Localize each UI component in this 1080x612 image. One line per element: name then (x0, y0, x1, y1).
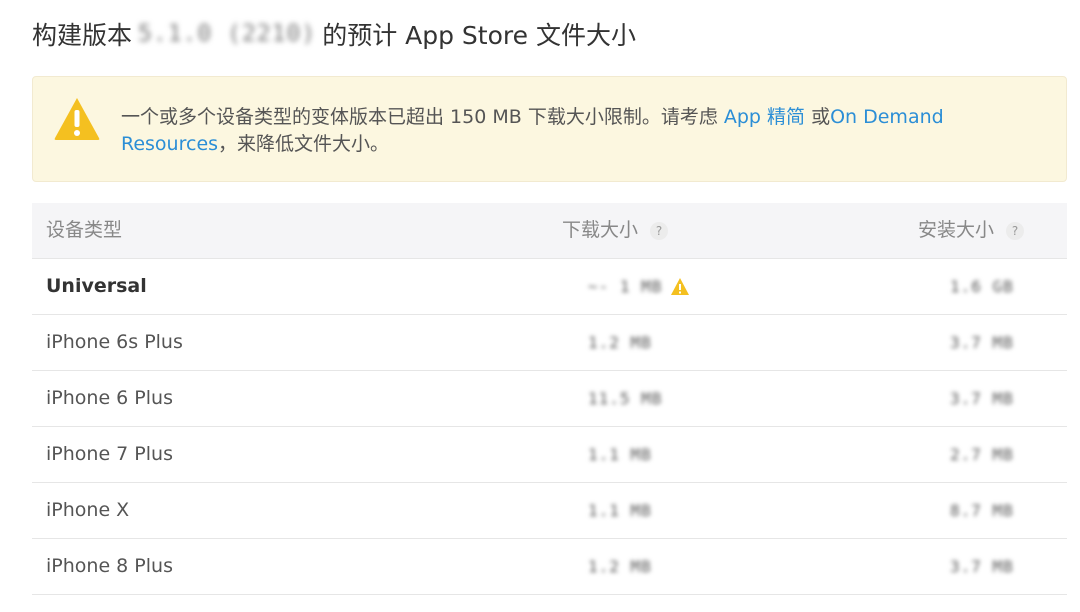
size-table: 设备类型 下载大小 ? 安装大小 ? Universal ~- 1 MB 1.6… (32, 203, 1067, 595)
download-size-value: ~- 1 MB (588, 277, 663, 296)
download-size: 11.5 MB (588, 371, 662, 426)
header-install-size: 安装大小 ? (918, 203, 1025, 258)
install-size: 8.7 MB (950, 483, 1014, 538)
alert-message: 一个或多个设备类型的变体版本已超出 150 MB 下载大小限制。请考虑 App … (121, 104, 1021, 158)
table-row: iPhone 8 Plus 1.2 MB 3.7 MB (32, 539, 1067, 595)
install-size-value: 1.6 GB (950, 277, 1014, 296)
device-name: iPhone 8 Plus (46, 555, 173, 577)
download-size: 1.1 MB (588, 427, 652, 482)
install-help-icon[interactable]: ? (1006, 221, 1025, 240)
alert-text-1: 一个或多个设备类型的变体版本已超出 150 MB 下载大小限制。请考虑 (121, 106, 724, 128)
alert-text-3: ，来降低文件大小。 (218, 133, 390, 155)
download-size: 1.1 MB (588, 483, 652, 538)
table-row: iPhone X 1.1 MB 8.7 MB (32, 483, 1067, 539)
device-name: iPhone 6 Plus (46, 387, 173, 409)
download-size: 1.2 MB (588, 539, 652, 594)
install-size: 2.7 MB (950, 427, 1014, 482)
device-name: iPhone 6s Plus (46, 331, 183, 353)
download-size-value: 11.5 MB (588, 389, 663, 408)
header-download-label: 下载大小 (562, 219, 639, 241)
table-header: 设备类型 下载大小 ? 安装大小 ? (32, 203, 1067, 259)
device-name: iPhone X (46, 499, 130, 521)
download-size-value: 1.1 MB (588, 501, 652, 520)
table-row: iPhone 6 Plus 11.5 MB 3.7 MB (32, 371, 1067, 427)
title-prefix: 构建版本 (32, 21, 133, 50)
install-size: 3.7 MB (950, 539, 1014, 594)
install-size-value: 8.7 MB (950, 501, 1014, 520)
title-suffix: 的预计 App Store 文件大小 (322, 21, 636, 50)
warning-triangle-icon (54, 98, 100, 140)
header-device-type: 设备类型 (46, 219, 123, 241)
download-size-value: 1.2 MB (588, 333, 652, 352)
install-size: 3.7 MB (950, 315, 1014, 370)
install-size-value: 3.7 MB (950, 389, 1014, 408)
alert-text-2: 或 (805, 106, 831, 128)
size-exceeded-warning-icon (671, 277, 690, 295)
install-size-value: 2.7 MB (950, 445, 1014, 464)
header-download-size: 下载大小 ? (562, 203, 669, 258)
table-row: iPhone 7 Plus 1.1 MB 2.7 MB (32, 427, 1067, 483)
page-title: 构建版本 5.1.0 (2210) 的预计 App Store 文件大小 (32, 14, 636, 54)
device-name: iPhone 7 Plus (46, 443, 173, 465)
size-limit-alert: 一个或多个设备类型的变体版本已超出 150 MB 下载大小限制。请考虑 App … (32, 76, 1067, 182)
download-size: ~- 1 MB (588, 259, 690, 314)
download-size-value: 1.1 MB (588, 445, 652, 464)
app-thinning-link[interactable]: App 精简 (724, 106, 805, 128)
install-size: 3.7 MB (950, 371, 1014, 426)
build-size-page: 构建版本 5.1.0 (2210) 的预计 App Store 文件大小 一个或… (0, 0, 1080, 612)
download-size-value: 1.2 MB (588, 557, 652, 576)
table-row: iPhone 6s Plus 1.2 MB 3.7 MB (32, 315, 1067, 371)
install-size-value: 3.7 MB (950, 333, 1014, 352)
download-size: 1.2 MB (588, 315, 652, 370)
download-help-icon[interactable]: ? (650, 221, 669, 240)
header-install-label: 安装大小 (918, 219, 995, 241)
install-size-value: 3.7 MB (950, 557, 1014, 576)
table-row: Universal ~- 1 MB 1.6 GB (32, 259, 1067, 315)
title-version-masked: 5.1.0 (2210) (138, 21, 317, 47)
install-size: 1.6 GB (950, 259, 1014, 314)
device-name: Universal (46, 275, 147, 297)
